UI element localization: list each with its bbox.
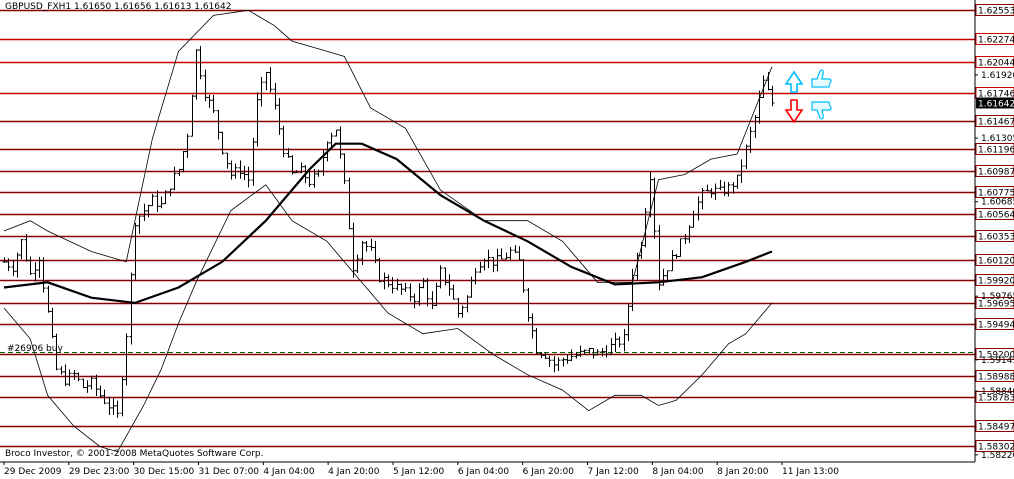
time-tick-label: 29 Dec 2009 <box>4 467 62 477</box>
level-label: 1.59920 <box>978 277 1014 287</box>
price-tick-label: 1.61920 <box>981 71 1014 81</box>
time-tick-label: 11 Jan 13:00 <box>782 467 839 477</box>
level-label: 1.61467 <box>978 118 1014 128</box>
thumbs-up-icon <box>811 69 832 88</box>
level-label: 1.61196 <box>978 146 1014 156</box>
level-label: 1.62044 <box>978 59 1014 69</box>
level-label: 1.58988 <box>978 373 1014 383</box>
current-price-label: 1.61642 <box>978 99 1014 109</box>
price-tick-label: 1.59765 <box>981 292 1014 302</box>
upper-band-line <box>3 9 773 283</box>
level-label: 1.60120 <box>978 257 1014 267</box>
up-arrow-icon <box>784 70 804 93</box>
price-tick-label: 1.58220 <box>981 451 1014 461</box>
time-tick-label: 4 Jan 04:00 <box>263 467 315 477</box>
candles-layer <box>2 46 775 418</box>
order-side: buy <box>46 344 63 354</box>
time-tick-label: 8 Jan 04:00 <box>652 467 704 477</box>
level-label: 1.62553 <box>978 7 1014 17</box>
level-label: 1.59494 <box>978 321 1014 331</box>
price-tick-label: 1.61305 <box>981 134 1014 144</box>
time-tick-label: 31 Dec 07:00 <box>199 467 260 477</box>
ohlc-values: 1.61650 1.61656 1.61613 1.61642 <box>74 2 232 12</box>
price-tick-label: 1.58840 <box>981 387 1014 397</box>
order-ticket: #26906 <box>7 344 44 354</box>
lower-band-line <box>3 184 773 453</box>
time-tick-label: 8 Jan 20:00 <box>717 467 769 477</box>
time-tick-label: 5 Jan 12:00 <box>393 467 445 477</box>
time-axis[interactable]: 29 Dec 2009 29 Dec 23:00 30 Dec 15:00 31 De… <box>0 461 975 477</box>
symbol-label: GBPUSD_FXH1 <box>5 2 72 12</box>
signals-layer <box>784 69 832 124</box>
level-label: 1.58497 <box>978 423 1014 433</box>
price-tick-label: 1.59145 <box>981 356 1014 366</box>
chart-window[interactable]: 1.62553 1.62274 1.62044 1.61746 1.61467 1.611… <box>0 0 1014 479</box>
price-tick-label: 1.60685 <box>981 198 1014 208</box>
level-label: 1.60987 <box>978 168 1014 178</box>
copyright-text: Broco Investor, © 2001-2008 MetaQuotes S… <box>5 449 264 459</box>
time-tick-label: 7 Jan 12:00 <box>588 467 640 477</box>
thumbs-down-icon <box>811 101 832 120</box>
time-tick-label: 30 Dec 15:00 <box>134 467 195 477</box>
level-label: 1.62274 <box>978 36 1014 46</box>
level-label: 1.60564 <box>978 211 1014 221</box>
candlestick-chart[interactable]: 1.625531.622741.620441.617461.614671.611… <box>0 0 1014 479</box>
indicator-layer <box>3 9 773 453</box>
order-label[interactable]: #26906 buy <box>7 344 63 354</box>
down-arrow-icon <box>784 99 804 124</box>
time-tick-label: 6 Jan 20:00 <box>523 467 575 477</box>
levels-layer: 1.625531.622741.620441.617461.614671.611… <box>0 4 1014 453</box>
time-tick-label: 29 Dec 23:00 <box>69 467 130 477</box>
chart-header: GBPUSD_FXH1 1.61650 1.61656 1.61613 1.61… <box>5 2 231 12</box>
level-label: 1.60353 <box>978 233 1014 243</box>
time-tick-label: 4 Jan 20:00 <box>328 467 380 477</box>
time-tick-label: 6 Jan 04:00 <box>458 467 510 477</box>
